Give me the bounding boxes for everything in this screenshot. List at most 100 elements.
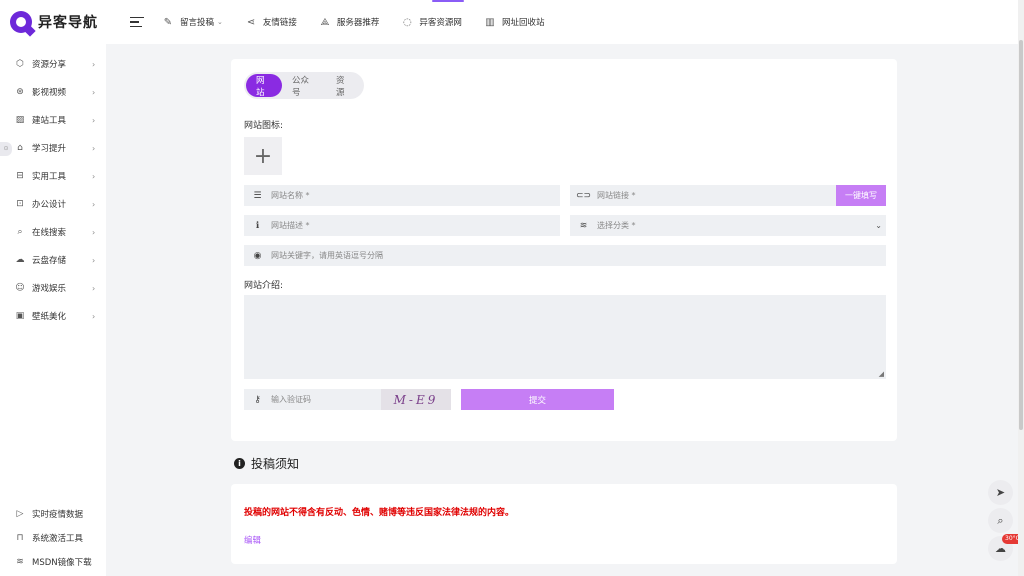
sidebar-item-search[interactable]: ⌕ 在线搜索 › (0, 218, 106, 246)
key-icon: ⚷ (254, 394, 261, 405)
info-icon: ℹ (255, 220, 260, 231)
nav-item-submit[interactable]: ✎ 留言投稿 ⌄ (162, 16, 223, 29)
sidebar-item-office[interactable]: ⊡ 办公设计 › (0, 190, 106, 218)
graduation-icon: ⌂ (17, 143, 23, 153)
keywords-field[interactable]: ◉ 网站关键字，请用英语逗号分隔 (244, 245, 886, 266)
cloud-sun-icon: ☁ (995, 542, 1006, 555)
sidebar-item-label: 影视视频 (32, 88, 67, 98)
sidebar-menu: ⬡ 资源分享 › ⊛ 影视视频 › ▨ 建站工具 › ⌂ 学习提升 › ⊟ 实用工具 › ⊡ 办公设计… (0, 44, 106, 330)
sidebar-item-cloud[interactable]: ☁ 云盘存储 › (0, 246, 106, 274)
notice-heading: i 投稿须知 (234, 455, 299, 472)
film-icon: ⊛ (16, 87, 24, 97)
sidebar-item-label: 建站工具 (32, 116, 67, 126)
message-edit-icon: ✎ (163, 16, 173, 28)
sidebar-item-label: 在线搜索 (32, 228, 67, 238)
site-name-field[interactable]: ☰ 网站名称 * (244, 185, 560, 206)
tab-official-account[interactable]: 公众号 (282, 74, 326, 98)
sidebar-item-label: 云盘存储 (32, 256, 67, 266)
chevron-right-icon: › (92, 255, 96, 265)
form-tabs: 网站 公众号 资源 (244, 72, 364, 99)
tab-website[interactable]: 网站 (246, 74, 282, 98)
site-desc-field[interactable]: ℹ 网站描述 * (244, 215, 560, 236)
sidebar-item-site-tools[interactable]: ▨ 建站工具 › (0, 106, 106, 134)
submit-button[interactable]: 提交 (461, 389, 614, 410)
cloud-icon: ☁ (15, 255, 25, 265)
scrollbar-thumb[interactable] (1019, 40, 1023, 430)
captcha-image[interactable]: M-E9 (381, 389, 451, 410)
toolbox-icon: ⊟ (16, 171, 24, 181)
nav-item-label: 服务器推荐 (336, 18, 380, 28)
resize-handle-icon[interactable]: ◢ (879, 370, 884, 378)
sidebar-item-msdn[interactable]: ≋ MSDN镜像下载 (0, 550, 106, 574)
sidebar-item-games[interactable]: ☺ 游戏娱乐 › (0, 274, 106, 302)
sidebar-bottom-links: ▷ 实时疫情数据 ⊓ 系统激活工具 ≋ MSDN镜像下载 (0, 502, 106, 574)
server-icon: ⟁ (320, 16, 330, 28)
sidebar-item-utilities[interactable]: ⊟ 实用工具 › (0, 162, 106, 190)
captcha-field[interactable]: ⚷ 输入验证码 M-E9 (244, 389, 451, 410)
navigation-arrow-icon: ➤ (995, 486, 1006, 499)
nav-item-links[interactable]: ⋖ 友情链接 (245, 16, 297, 29)
chevron-right-icon: › (92, 171, 96, 181)
sidebar: ⬡ 资源分享 › ⊛ 影视视频 › ▨ 建站工具 › ⌂ 学习提升 › ⊟ 实用工具 › ⊡ 办公设计… (0, 44, 106, 576)
scroll-top-button[interactable]: ➤ (988, 480, 1013, 505)
nav-item-resource-site[interactable]: ◌ 异客资源网 (401, 16, 462, 29)
chevron-right-icon: › (92, 87, 96, 97)
nav-item-label: 友情链接 (262, 18, 297, 28)
chevron-right-icon: › (92, 311, 96, 321)
site-desc-input[interactable]: 网站描述 * (271, 220, 310, 231)
chevron-right-icon: › (92, 227, 96, 237)
menu-toggle-icon[interactable] (130, 16, 144, 28)
plus-icon: + (253, 143, 273, 169)
info-icon: i (234, 458, 245, 469)
captcha-input[interactable]: 输入验证码 (271, 394, 311, 405)
tab-resource[interactable]: 资源 (326, 74, 362, 98)
nav-item-servers[interactable]: ⟁ 服务器推荐 (319, 16, 380, 29)
chevron-down-icon: ⌄ (875, 221, 882, 230)
upload-icon-button[interactable]: + (244, 137, 282, 175)
sidebar-item-label: 实时疫情数据 (32, 510, 84, 520)
site-url-input[interactable]: 网站链接 * (597, 190, 636, 201)
search-icon: ⌕ (17, 227, 23, 237)
category-select-value: 选择分类 * (597, 221, 636, 230)
edit-link[interactable]: 编辑 (244, 534, 261, 546)
nav-item-label: 异客资源网 (419, 18, 462, 28)
layers-icon: ≋ (16, 557, 24, 567)
site-logo[interactable]: 异客导航 (10, 11, 120, 33)
text-align-icon: ☰ (253, 190, 262, 201)
autofill-button[interactable]: 一键填写 (836, 185, 886, 206)
image-icon: ▣ (15, 311, 25, 321)
logo-icon (10, 11, 32, 33)
sidebar-item-wallpaper[interactable]: ▣ 壁纸美化 › (0, 302, 106, 330)
sidebar-item-label: 游戏娱乐 (32, 284, 67, 294)
smile-icon: ☺ (15, 283, 25, 293)
site-url-field[interactable]: ⊂⊃ 网站链接 * 一键填写 (570, 185, 886, 206)
chevron-down-icon: ⌄ (217, 18, 223, 26)
site-name-input[interactable]: 网站名称 * (271, 190, 310, 201)
keywords-input[interactable]: 网站关键字，请用英语逗号分隔 (271, 250, 383, 261)
search-button[interactable]: ⌕ (988, 508, 1013, 533)
sidebar-item-epidemic[interactable]: ▷ 实时疫情数据 (0, 502, 106, 526)
top-header: 异客导航 ✎ 留言投稿 ⌄ ⋖ 友情链接 ⟁ 服务器推荐 ◌ 异客资源网 ▥ 网… (0, 0, 1024, 44)
sidebar-item-video[interactable]: ⊛ 影视视频 › (0, 78, 106, 106)
nav-item-label: 留言投稿 (180, 18, 215, 28)
sidebar-item-label: 办公设计 (32, 200, 67, 210)
sidebar-item-activation[interactable]: ⊓ 系统激活工具 (0, 526, 106, 550)
notice-title: 投稿须知 (251, 457, 300, 471)
search-icon: ⌕ (997, 513, 1004, 527)
sidebar-item-label: 实用工具 (32, 172, 67, 182)
site-icon-label: 网站图标: (244, 121, 284, 131)
layers-icon: ≋ (579, 220, 588, 231)
briefcase-icon: ⊡ (16, 199, 24, 209)
category-select[interactable]: ≋ 选择分类 * ⌄ (570, 215, 886, 236)
chevron-right-icon: › (92, 115, 96, 125)
site-intro-textarea[interactable]: ◢ (244, 295, 886, 379)
sidebar-item-resources[interactable]: ⬡ 资源分享 › (0, 50, 106, 78)
header-accent-bar (432, 0, 464, 2)
sidebar-item-label: 系统激活工具 (32, 534, 84, 544)
link-icon: ⊂⊃ (575, 190, 592, 201)
nav-item-recycle[interactable]: ▥ 网址回收站 (484, 16, 544, 29)
site-intro-label: 网站介绍: (244, 281, 284, 291)
sidebar-item-label: MSDN镜像下载 (32, 558, 92, 568)
sidebar-collapse-handle[interactable]: ⊙ (0, 142, 12, 156)
sidebar-item-learning[interactable]: ⌂ 学习提升 › (0, 134, 106, 162)
